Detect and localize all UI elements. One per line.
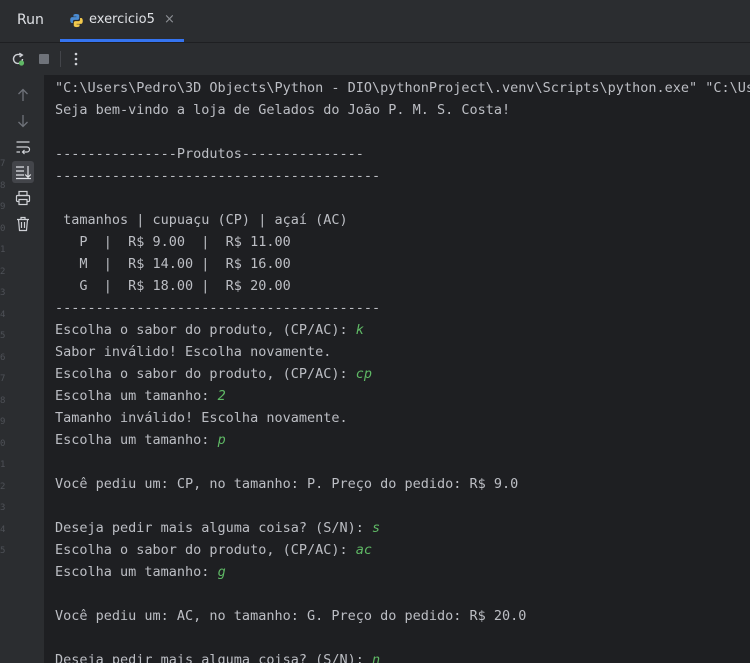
console-output-text: Escolha um tamanho: — [55, 432, 218, 448]
console-line: Deseja pedir mais alguma coisa? (S/N): s — [55, 517, 380, 539]
gutter-line-number: 0 — [0, 438, 6, 449]
scroll-to-end-button[interactable] — [12, 161, 34, 183]
console-user-input: 2 — [217, 388, 226, 404]
console-output-text: Deseja pedir mais alguma coisa? (S/N): — [55, 652, 372, 663]
gutter-line-number: 1 — [0, 460, 6, 470]
gutter-line-number: 8 — [0, 180, 6, 191]
scroll-down-icon[interactable] — [14, 112, 32, 130]
console-user-input: s — [371, 520, 381, 536]
print-icon[interactable] — [14, 189, 32, 207]
console-line: P | R$ 9.00 | R$ 11.00 — [55, 231, 291, 253]
console-output-text: Escolha o sabor do produto, (CP/AC): — [55, 366, 356, 382]
gutter-line-number: 1 — [0, 245, 6, 255]
console-line: Escolha o sabor do produto, (CP/AC): k — [55, 319, 364, 341]
gutter-line-number: 7 — [0, 374, 6, 384]
console-user-input: ac — [355, 542, 372, 558]
console-line: Escolha um tamanho: p — [55, 429, 226, 451]
console-line: ---------------------------------------- — [55, 165, 380, 187]
console-output-text: ---------------------------------------- — [55, 168, 381, 184]
line-number-gutter: 7 8 9 0 1 2 3 4 5 6 7 8 9 0 1 2 3 4 5 — [0, 75, 5, 663]
console-line: M | R$ 14.00 | R$ 16.00 — [55, 253, 291, 275]
console-line: tamanhos | cupuaçu (CP) | açaí (AC) — [55, 209, 348, 231]
console-output-text: Escolha um tamanho: — [55, 388, 218, 404]
run-title: Run — [17, 12, 44, 28]
gutter-line-number: 3 — [0, 503, 6, 513]
console-output-text: Escolha o sabor do produto, (CP/AC): — [55, 542, 356, 558]
gutter-line-number: 7 — [0, 159, 6, 169]
console-output-text: ---------------------------------------- — [55, 300, 381, 316]
console-output-text: M | R$ 14.00 | R$ 16.00 — [55, 256, 291, 272]
console-output-text: G | R$ 18.00 | R$ 20.00 — [55, 278, 291, 294]
gutter-line-number: 2 — [0, 266, 6, 277]
gutter-line-number: 2 — [0, 481, 6, 492]
gutter-line-number: 4 — [0, 309, 6, 320]
clear-all-icon[interactable] — [14, 215, 32, 233]
console-line: Seja bem-vindo a loja de Gelados do João… — [55, 99, 510, 121]
console-line: Tamanho inválido! Escolha novamente. — [55, 407, 348, 429]
console-output-text: Sabor inválido! Escolha novamente. — [55, 344, 332, 360]
console-user-input: k — [355, 322, 364, 338]
rerun-icon[interactable] — [10, 51, 26, 67]
console-output[interactable]: "C:\Users\Pedro\3D Objects\Python - DIO\… — [44, 75, 750, 663]
console-line: Escolha o sabor do produto, (CP/AC): cp — [55, 363, 372, 385]
tab-close-icon[interactable]: × — [164, 12, 175, 27]
scroll-to-end-icon — [16, 166, 32, 180]
gutter-line-number: 3 — [0, 288, 6, 298]
stop-icon[interactable] — [36, 51, 52, 67]
console-output-text: ---------------Produtos--------------- — [55, 146, 364, 162]
gutter-line-number: 5 — [0, 331, 6, 341]
console-line: Escolha um tamanho: 2 — [55, 385, 226, 407]
console-output-text: Deseja pedir mais alguma coisa? (S/N): — [55, 520, 372, 536]
console-user-input: n — [371, 652, 381, 663]
console-output-text: Você pediu um: AC, no tamanho: G. Preço … — [55, 608, 527, 624]
console-line: Você pediu um: AC, no tamanho: G. Preço … — [55, 605, 526, 627]
gutter-line-number: 0 — [0, 223, 6, 234]
tab-title: exercicio5 — [89, 12, 155, 27]
console-line: Sabor inválido! Escolha novamente. — [55, 341, 331, 363]
console-output-text: Escolha um tamanho: — [55, 564, 218, 580]
run-toolbar — [0, 43, 750, 75]
gutter-line-number: 9 — [0, 202, 6, 212]
console-user-input: cp — [355, 366, 372, 382]
console-user-input: g — [217, 564, 226, 580]
gutter-line-number: 5 — [0, 546, 6, 556]
console-line: "C:\Users\Pedro\3D Objects\Python - DIO\… — [55, 77, 750, 99]
console-line: Escolha um tamanho: g — [55, 561, 226, 583]
console-actions-sidebar — [0, 75, 44, 663]
gutter-line-number: 9 — [0, 417, 6, 427]
gutter-line-number: 8 — [0, 395, 6, 406]
console-user-input: p — [217, 432, 226, 448]
soft-wrap-icon[interactable] — [14, 138, 32, 156]
toolbar-separator — [60, 51, 61, 67]
console-output-text: "C:\Users\Pedro\3D Objects\Python - DIO\… — [55, 80, 750, 96]
console-output-text: tamanhos | cupuaçu (CP) | açaí (AC) — [55, 212, 348, 228]
console-output-text: Escolha o sabor do produto, (CP/AC): — [55, 322, 356, 338]
console-line: Você pediu um: CP, no tamanho: P. Preço … — [55, 473, 518, 495]
console-line: Escolha o sabor do produto, (CP/AC): ac — [55, 539, 372, 561]
console-line: ---------------Produtos--------------- — [55, 143, 364, 165]
gutter-line-number: 4 — [0, 524, 6, 535]
console-line: G | R$ 18.00 | R$ 20.00 — [55, 275, 291, 297]
scroll-up-icon[interactable] — [14, 86, 32, 104]
python-icon — [70, 13, 83, 28]
console-output-text: Você pediu um: CP, no tamanho: P. Preço … — [55, 476, 519, 492]
gutter-line-number: 6 — [0, 352, 6, 363]
console-output-text: Seja bem-vindo a loja de Gelados do João… — [55, 102, 511, 118]
more-options-icon[interactable] — [68, 51, 84, 67]
run-tool-window-header: Run exercicio5 × — [0, 0, 750, 43]
console-line: Deseja pedir mais alguma coisa? (S/N): n — [55, 649, 380, 663]
tab-exercicio5[interactable]: exercicio5 × — [60, 0, 184, 42]
active-tab-indicator — [60, 39, 184, 42]
console-output-text: P | R$ 9.00 | R$ 11.00 — [55, 234, 291, 250]
console-output-text: Tamanho inválido! Escolha novamente. — [55, 410, 348, 426]
console-line: ---------------------------------------- — [55, 297, 380, 319]
